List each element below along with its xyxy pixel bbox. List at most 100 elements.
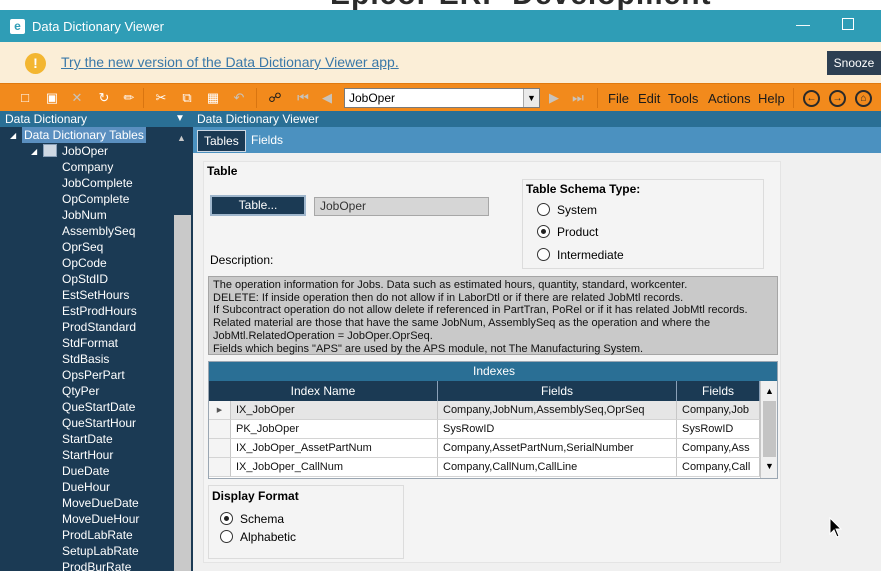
tree-field-item[interactable]: QueStartDate [62,399,135,415]
menu-help[interactable]: Help [758,91,785,106]
table-cell[interactable]: Company,Ass [677,439,760,458]
table-button[interactable]: Table... [210,195,306,216]
data-dictionary-panel: Data Dictionary ▼ ◢ Data Dictionary Tabl… [0,111,193,571]
table-cell[interactable]: Company,Call [677,458,760,477]
menu-file[interactable]: File [608,91,629,106]
tree-field-item[interactable]: MoveDueDate [62,495,139,511]
tree-field-item[interactable]: QtyPer [62,383,99,399]
table-cell[interactable]: Company,Job [677,401,760,420]
snooze-button[interactable]: Snooze [827,51,881,75]
new-version-link[interactable]: Try the new version of the Data Dictiona… [61,54,399,70]
description-line: The operation information for Jobs. Data… [213,279,688,291]
delete-icon[interactable]: ✕ [68,89,86,107]
tree-field-item[interactable]: DueHour [62,479,110,495]
window-title: Data Dictionary Viewer [32,19,164,34]
table-section-label: Table [207,164,238,178]
tree-field-item[interactable]: OprSeq [62,239,103,255]
tree-field-item[interactable]: SetupLabRate [62,543,139,559]
row-selector[interactable] [209,458,231,477]
radio-button[interactable] [537,248,550,261]
table-cell[interactable]: SysRowID [677,420,760,439]
column-index-name[interactable]: Index Name [209,381,438,401]
radio-button[interactable] [537,225,550,238]
tree-field-item[interactable]: Company [62,159,113,175]
table-cell[interactable]: Company,AssetPartNum,SerialNumber [438,439,677,458]
table-row[interactable]: PK_JobOper [231,420,438,439]
home-icon[interactable]: ⌂ [855,90,872,107]
tree-field-item[interactable]: ProdLabRate [62,527,133,543]
paste-icon[interactable]: ▦ [204,89,222,107]
first-icon[interactable]: ⏮ [294,89,312,107]
scroll-thumb[interactable] [763,401,776,457]
tree-field-item[interactable]: ProdStandard [62,319,136,335]
menu-actions[interactable]: Actions [708,91,751,106]
refresh-icon[interactable]: ↻ [95,89,113,107]
tree-scrollbar[interactable]: ▲ [173,127,193,571]
forward-icon[interactable]: → [829,90,846,107]
tree-table-joboper[interactable]: JobOper [62,143,108,159]
next-icon[interactable]: ▶ [545,89,563,107]
description-line: Related material are those that have the… [213,317,711,330]
tree-field-item[interactable]: JobComplete [62,175,133,191]
back-icon[interactable]: ← [803,90,820,107]
tree-field-item[interactable]: StdFormat [62,335,118,351]
scroll-up-icon[interactable]: ▲ [177,133,186,143]
table-name-field[interactable]: JobOper [314,197,489,216]
tab-tables[interactable]: Tables [197,130,246,152]
tree-field-item[interactable]: QueStartHour [62,415,136,431]
column-fields-2[interactable]: Fields [677,381,760,401]
maximize-button[interactable] [842,18,854,30]
scroll-thumb[interactable] [174,215,191,571]
description-label: Description: [210,253,274,267]
prev-icon[interactable]: ◀ [318,89,336,107]
clear-icon[interactable]: ✏ [120,89,138,107]
table-row[interactable]: IX_JobOper_AssetPartNum [231,439,438,458]
chevron-down-icon[interactable]: ▼ [523,89,539,107]
tree-field-item[interactable]: DueDate [62,463,109,479]
tree-field-item[interactable]: EstSetHours [62,287,129,303]
scroll-up-icon[interactable]: ▲ [765,386,774,396]
tree-field-item[interactable]: OpsPerPart [62,367,125,383]
tree-field-item[interactable]: StartHour [62,447,113,463]
tree-field-item[interactable]: OpComplete [62,191,129,207]
table-row[interactable]: IX_JobOper [231,401,438,420]
scroll-down-icon[interactable]: ▼ [765,461,774,471]
tab-fields[interactable]: Fields [245,130,289,152]
menu-edit[interactable]: Edit [638,91,660,106]
cut-icon[interactable]: ✂ [152,89,170,107]
row-selector-icon[interactable]: ▶ [209,401,231,420]
tree-field-item[interactable]: OpStdID [62,271,108,287]
tree-field-item[interactable]: JobNum [62,207,107,223]
tree-field-item[interactable]: EstProdHours [62,303,137,319]
radio-button[interactable] [220,530,233,543]
collapse-icon[interactable]: ◢ [10,131,16,140]
last-icon[interactable]: ⏭ [569,89,587,107]
row-selector[interactable] [209,420,231,439]
table-cell[interactable]: Company,JobNum,AssemblySeq,OprSeq [438,401,677,420]
save-icon[interactable]: ▣ [43,89,61,107]
search-icon[interactable]: ☍ [266,89,284,107]
menu-tools[interactable]: Tools [668,91,698,106]
new-icon[interactable]: □ [16,89,34,107]
tree-field-item[interactable]: ProdBurRate [62,559,131,571]
collapse-icon[interactable]: ◢ [31,147,37,156]
tree-field-item[interactable]: StartDate [62,431,113,447]
table-combo[interactable]: JobOper ▼ [344,88,540,108]
undo-icon[interactable]: ↶ [230,89,248,107]
radio-button[interactable] [220,512,233,525]
copy-icon[interactable]: ⧉ [178,89,196,107]
tree-root[interactable]: Data Dictionary Tables [22,127,146,143]
row-selector[interactable] [209,439,231,458]
tree-field-item[interactable]: AssemblySeq [62,223,135,239]
table-row[interactable]: IX_JobOper_CallNum [231,458,438,477]
tree-field-item[interactable]: MoveDueHour [62,511,139,527]
tree-field-item[interactable]: OpCode [62,255,107,271]
radio-button[interactable] [537,203,550,216]
indexes-scrollbar[interactable]: ▲ ▼ [760,381,777,478]
table-cell[interactable]: Company,CallNum,CallLine [438,458,677,477]
pin-icon[interactable]: ▼ [175,111,185,127]
column-fields[interactable]: Fields [438,381,677,401]
table-cell[interactable]: SysRowID [438,420,677,439]
tree-field-item[interactable]: StdBasis [62,351,109,367]
minimize-button[interactable]: — [796,16,810,32]
